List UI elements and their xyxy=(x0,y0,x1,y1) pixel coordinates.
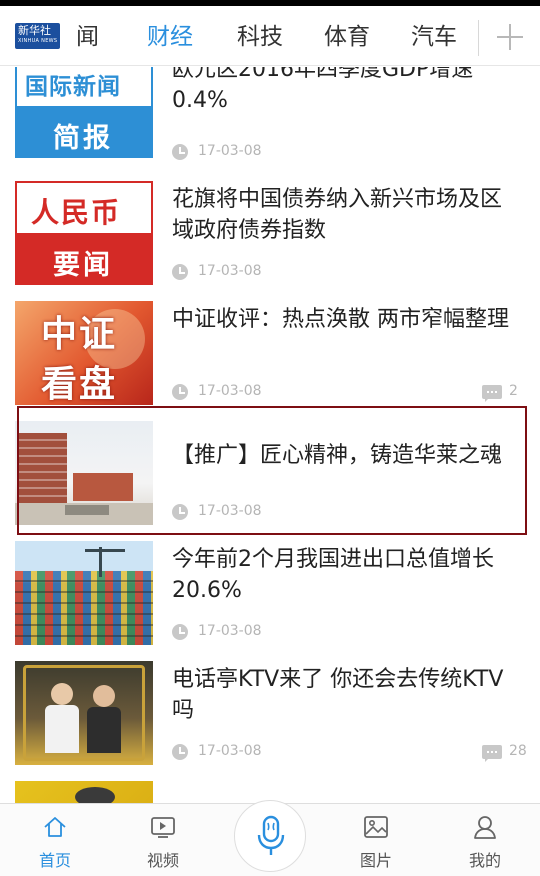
comment-icon xyxy=(482,745,502,762)
news-item[interactable]: 人民币 要闻 花旗将中国债券纳入新兴市场及区域政府债券指数 17-03-08 xyxy=(0,174,540,294)
comment-icon xyxy=(482,385,502,402)
news-thumbnail xyxy=(15,781,153,803)
nav-video[interactable]: 视频 xyxy=(118,804,208,876)
news-thumbnail: 人民币 要闻 xyxy=(15,181,153,285)
video-icon xyxy=(151,817,175,838)
tab-finance[interactable]: 财经 xyxy=(147,23,193,51)
channel-tabs: 闻 财经 科技 体育 汽车 xyxy=(75,6,475,66)
clock-icon xyxy=(172,504,188,520)
news-item[interactable]: 中证 看盘 中证收评：热点涣散 两市窄幅整理 17-03-08 2 xyxy=(0,294,540,414)
nav-profile[interactable]: 我的 xyxy=(440,804,530,876)
news-thumbnail xyxy=(15,421,153,525)
clock-icon xyxy=(172,624,188,640)
news-item[interactable]: 今年前2个月我国进出口总值增长20.6% 17-03-08 xyxy=(0,534,540,654)
tab-technology[interactable]: 科技 xyxy=(237,23,283,51)
tab-divider xyxy=(478,20,479,56)
bottom-nav: 首页 视频 图片 我的 xyxy=(0,800,540,876)
tab-sports[interactable]: 体育 xyxy=(324,23,370,51)
thumbnail-building xyxy=(73,473,133,501)
news-item[interactable]: 国际新闻 简报 欧元区2016年四季度GDP增速0.4% 17-03-08 xyxy=(0,67,540,174)
thumbnail-banner-bottom: 简报 xyxy=(15,106,153,158)
news-title[interactable]: 【推广】匠心精神，铸造华莱之魂 xyxy=(172,440,522,471)
tab-auto[interactable]: 汽车 xyxy=(411,23,457,51)
news-thumbnail xyxy=(15,541,153,645)
news-item[interactable]: 【推广】匠心精神，铸造华莱之魂 17-03-08 xyxy=(0,414,540,534)
news-thumbnail xyxy=(15,661,153,765)
news-title[interactable]: 今年前2个月我国进出口总值增长20.6% xyxy=(172,544,522,606)
nav-home[interactable]: 首页 xyxy=(10,804,100,876)
clock-icon xyxy=(172,744,188,760)
thumbnail-banner-top: 人民币 xyxy=(15,181,153,233)
home-icon xyxy=(44,817,66,837)
clock-icon xyxy=(172,384,188,400)
top-bar: 新华社 XINHUA NEWS 闻 财经 科技 体育 汽车 xyxy=(0,6,540,66)
add-channel-button[interactable] xyxy=(495,22,525,52)
news-date: 17-03-08 xyxy=(198,743,262,759)
news-title[interactable]: 中证收评：热点涣散 两市窄幅整理 xyxy=(172,304,522,335)
comment-count: 28 xyxy=(509,743,527,759)
news-date: 17-03-08 xyxy=(198,263,262,279)
news-date: 17-03-08 xyxy=(198,383,262,399)
xinhua-logo[interactable]: 新华社 XINHUA NEWS xyxy=(15,23,60,49)
clock-icon xyxy=(172,264,188,280)
news-title[interactable]: 欧元区2016年四季度GDP增速0.4% xyxy=(172,67,522,116)
thumbnail-banner-bottom: 要闻 xyxy=(15,233,153,285)
voice-search-button[interactable] xyxy=(234,800,306,872)
news-date: 17-03-08 xyxy=(198,503,262,519)
thumbnail-person xyxy=(93,685,115,707)
news-thumbnail: 中证 看盘 xyxy=(15,301,153,405)
thumbnail-person xyxy=(51,683,73,705)
microphone-icon xyxy=(257,815,285,855)
news-thumbnail: 国际新闻 简报 xyxy=(15,67,153,158)
news-title[interactable]: 电话亭KTV来了 你还会去传统KTV吗 xyxy=(172,664,522,726)
news-feed[interactable]: 国际新闻 简报 欧元区2016年四季度GDP增速0.4% 17-03-08 人民… xyxy=(0,67,540,803)
news-date: 17-03-08 xyxy=(198,623,262,639)
clock-icon xyxy=(172,144,188,160)
news-date: 17-03-08 xyxy=(198,143,262,159)
news-title[interactable]: 花旗将中国债券纳入新兴市场及区域政府债券指数 xyxy=(172,184,522,246)
news-item[interactable] xyxy=(0,774,540,803)
comment-count: 2 xyxy=(509,383,518,399)
thumbnail-banner-top: 国际新闻 xyxy=(15,67,153,106)
user-icon xyxy=(474,816,496,839)
nav-images[interactable]: 图片 xyxy=(331,804,421,876)
thumbnail-booth xyxy=(23,665,145,761)
news-item[interactable]: 电话亭KTV来了 你还会去传统KTV吗 17-03-08 28 xyxy=(0,654,540,774)
tab-news[interactable]: 闻 xyxy=(76,23,99,51)
image-icon xyxy=(364,816,388,838)
